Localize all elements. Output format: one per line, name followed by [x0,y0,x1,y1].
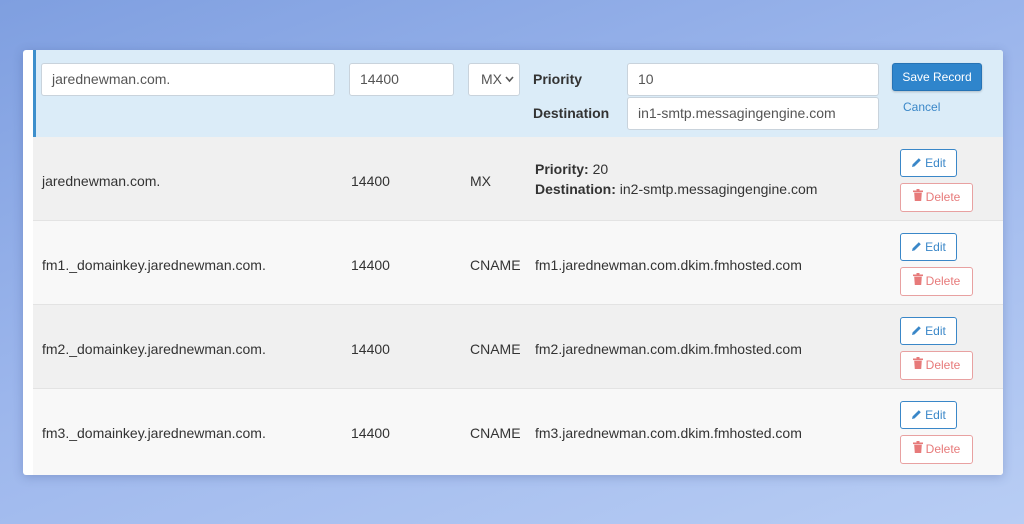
record-value: fm2.jarednewman.com.dkim.fmhosted.com [535,341,802,357]
destination-field-label: Destination: [535,181,616,197]
edit-label: Edit [925,408,946,422]
edit-label: Edit [925,156,946,170]
pencil-icon [911,403,922,429]
destination-value: in2-smtp.messagingengine.com [619,181,818,197]
trash-icon [912,268,923,295]
delete-button[interactable]: Delete [900,351,973,380]
trash-icon [912,184,923,211]
record-ttl: 14400 [351,257,390,273]
record-row: jarednewman.com. 14400 MX Priority: 20 D… [33,137,1003,221]
record-type: CNAME [470,425,521,441]
chevron-down-icon [505,64,514,95]
record-row: fm2._domainkey.jarednewman.com. 14400 CN… [33,305,1003,389]
cancel-link[interactable]: Cancel [903,100,940,114]
record-row: fm3._domainkey.jarednewman.com. 14400 CN… [33,389,1003,475]
edit-button[interactable]: Edit [900,149,957,177]
pencil-icon [911,151,922,177]
edit-button[interactable]: Edit [900,401,957,429]
priority-field-label: Priority: [535,161,589,177]
delete-label: Delete [925,358,961,372]
record-name: jarednewman.com. [42,173,161,189]
destination-label: Destination [533,105,610,121]
delete-button[interactable]: Delete [900,435,973,464]
edit-button[interactable]: Edit [900,233,957,261]
edit-label: Edit [925,324,946,338]
record-ttl: 14400 [351,341,390,357]
delete-button[interactable]: Delete [900,183,973,212]
priority-input[interactable]: 10 [627,63,879,96]
record-row: fm1._domainkey.jarednewman.com. 14400 CN… [33,221,1003,305]
dns-records-panel: jarednewman.com. 14400 MX Priority 10 De… [23,50,1003,475]
delete-button[interactable]: Delete [900,267,973,296]
record-type: MX [470,173,491,189]
record-edit-row: jarednewman.com. 14400 MX Priority 10 De… [33,50,1003,137]
pencil-icon [911,235,922,261]
priority-value: 20 [592,161,609,177]
record-name: fm3._domainkey.jarednewman.com. [42,425,266,441]
trash-icon [912,436,923,463]
record-value: fm1.jarednewman.com.dkim.fmhosted.com [535,257,802,273]
destination-input[interactable]: in1-smtp.messagingengine.com [627,97,879,130]
record-type: CNAME [470,257,521,273]
save-record-button[interactable]: Save Record [892,63,982,91]
edit-label: Edit [925,240,946,254]
record-ttl: 14400 [351,425,390,441]
name-input[interactable]: jarednewman.com. [41,63,335,96]
record-ttl: 14400 [351,173,390,189]
record-name: fm2._domainkey.jarednewman.com. [42,341,266,357]
priority-label: Priority [533,71,583,87]
delete-label: Delete [925,274,961,288]
pencil-icon [911,319,922,345]
ttl-input[interactable]: 14400 [349,63,454,96]
record-type: CNAME [470,341,521,357]
type-select[interactable]: MX [468,63,520,96]
edit-button[interactable]: Edit [900,317,957,345]
delete-label: Delete [925,442,961,456]
delete-label: Delete [925,190,961,204]
record-name: fm1._domainkey.jarednewman.com. [42,257,266,273]
type-select-value: MX [481,71,502,87]
record-mx-details: Priority: 20 Destination: in2-smtp.messa… [535,159,817,199]
record-value: fm3.jarednewman.com.dkim.fmhosted.com [535,425,802,441]
trash-icon [912,352,923,379]
